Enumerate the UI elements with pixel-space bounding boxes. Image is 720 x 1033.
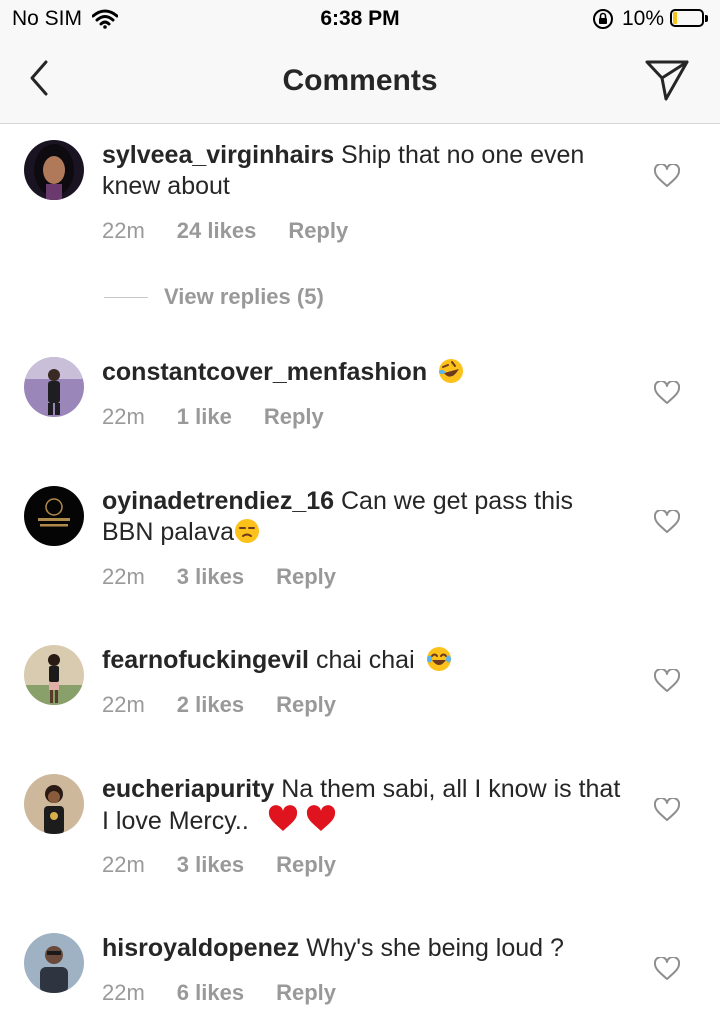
comment-meta: 22m 6 likes Reply (102, 980, 368, 1006)
page-title: Comments (282, 64, 438, 97)
comment-time: 22m (102, 218, 145, 243)
divider (104, 296, 148, 298)
avatar[interactable] (24, 357, 84, 417)
avatar[interactable] (24, 933, 84, 993)
comment-body: chai chai (315, 646, 415, 674)
comment-text: sylveea_virginhairs Ship that no one eve… (102, 140, 622, 202)
comment-username[interactable]: fearnofuckingevil (102, 646, 309, 674)
comment-likes[interactable]: 3 likes (177, 564, 244, 590)
comment-meta: 22m 1 like Reply (102, 404, 356, 430)
like-heart-icon[interactable] (654, 381, 680, 405)
reply-button[interactable]: Reply (276, 980, 336, 1006)
comment-likes[interactable]: 3 likes (177, 852, 244, 878)
direct-send-icon[interactable] (644, 57, 690, 103)
reply-button[interactable]: Reply (276, 852, 336, 878)
comment-time: 22m (102, 404, 145, 429)
comment-username[interactable]: constantcover_menfashion (102, 358, 427, 386)
red-heart-emoji (268, 805, 297, 831)
view-replies-label: View replies (5) (164, 284, 324, 309)
comment-text: fearnofuckingevil chai chai (102, 645, 622, 676)
nav-bar: Comments (0, 40, 720, 124)
rolling-on-floor-laughing-emoji (439, 359, 464, 383)
status-right: 10% (592, 7, 710, 31)
avatar[interactable] (24, 140, 84, 200)
comment-username[interactable]: sylveea_virginhairs (102, 141, 334, 169)
red-heart-emoji (306, 805, 335, 831)
comment-meta: 22m 3 likes Reply (102, 852, 368, 878)
status-bar: No SIM 6:38 PM 10% (0, 0, 720, 40)
like-heart-icon[interactable] (654, 798, 680, 822)
like-heart-icon[interactable] (654, 510, 680, 534)
reply-button[interactable]: Reply (276, 692, 336, 718)
comment-body: Why's she being loud ? (306, 934, 564, 962)
comment-likes[interactable]: 24 likes (177, 218, 257, 244)
comment-likes[interactable]: 1 like (177, 404, 232, 430)
comment-text: constantcover_menfashion (102, 357, 622, 388)
comment-username[interactable]: hisroyaldopenez (102, 934, 299, 962)
comment-likes[interactable]: 6 likes (177, 980, 244, 1006)
comment-meta: 22m 3 likes Reply (102, 564, 368, 590)
battery-icon (670, 9, 710, 29)
comment-time: 22m (102, 692, 145, 717)
comment-meta: 22m 24 likes Reply (102, 218, 380, 244)
view-replies-button[interactable]: View replies (5) (104, 284, 324, 310)
reply-button[interactable]: Reply (276, 564, 336, 590)
comment-username[interactable]: eucheriapurity (102, 775, 274, 803)
avatar[interactable] (24, 645, 84, 705)
orientation-lock-icon (592, 9, 613, 29)
comment-time: 22m (102, 852, 145, 877)
comment-meta: 22m 2 likes Reply (102, 692, 368, 718)
reply-button[interactable]: Reply (288, 218, 348, 244)
comment-time: 22m (102, 980, 145, 1005)
comment-likes[interactable]: 2 likes (177, 692, 244, 718)
battery-percent: 10% (621, 7, 664, 30)
reply-button[interactable]: Reply (264, 404, 324, 430)
comment-text: hisroyaldopenez Why's she being loud ? (102, 933, 622, 964)
tears-of-joy-emoji (426, 647, 451, 671)
comment-username[interactable]: oyinadetrendiez_16 (102, 487, 334, 515)
avatar[interactable] (24, 486, 84, 546)
comment-time: 22m (102, 564, 145, 589)
comment-text: eucheriapurity Na them sabi, all I know … (102, 774, 622, 837)
unamused-face-emoji (235, 519, 260, 543)
like-heart-icon[interactable] (654, 164, 680, 188)
comment-text: oyinadetrendiez_16 Can we get pass this … (102, 486, 622, 548)
like-heart-icon[interactable] (654, 669, 680, 693)
avatar[interactable] (24, 774, 84, 834)
like-heart-icon[interactable] (654, 957, 680, 981)
